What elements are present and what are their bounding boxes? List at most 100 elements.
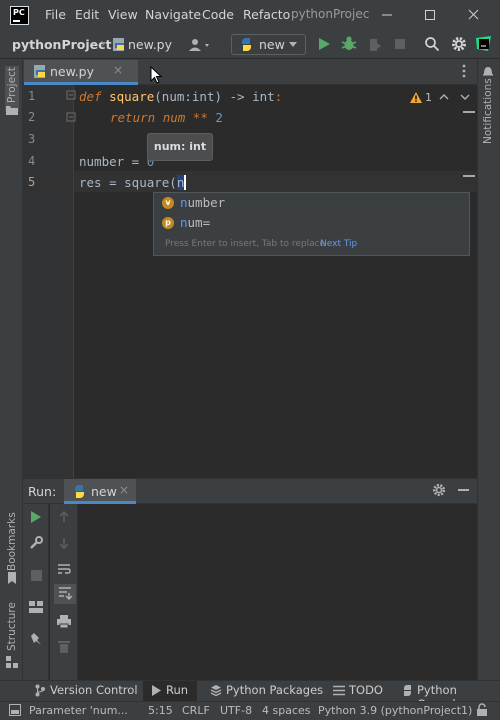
fold-end-icon[interactable]	[66, 112, 76, 122]
line-number: 2	[28, 110, 36, 124]
version-control-tool-button[interactable]: Version Control	[50, 683, 138, 697]
debug-icon[interactable]	[341, 36, 357, 52]
user-icon[interactable]	[187, 36, 213, 54]
trash-icon[interactable]	[58, 640, 70, 653]
coverage-icon[interactable]	[367, 37, 383, 52]
completion-item-label: num=	[180, 215, 211, 230]
code-editor[interactable]	[73, 85, 477, 478]
run-console-output[interactable]	[79, 504, 477, 680]
search-icon[interactable]	[424, 36, 440, 52]
pycharm-logo-icon: PC	[10, 6, 29, 25]
line-number: 1	[28, 89, 36, 103]
run-tool-button[interactable]: Run	[166, 683, 188, 697]
run-icon[interactable]	[317, 37, 331, 51]
right-tool-strip	[477, 59, 500, 680]
menu-view[interactable]: View	[108, 7, 138, 22]
breadcrumb-separator-icon: ›	[100, 36, 106, 52]
menu-code[interactable]: Code	[202, 7, 234, 22]
python-interpreter[interactable]: Python 3.9 (pythonProject1)	[318, 704, 472, 717]
more-options-icon[interactable]	[461, 63, 467, 79]
notifications-tool-window-button[interactable]: Notifications	[480, 66, 496, 146]
folder-icon	[6, 105, 18, 115]
stop-run-icon[interactable]	[31, 570, 42, 581]
tab-close-icon[interactable]: ×	[113, 63, 123, 77]
file-encoding[interactable]: UTF-8	[220, 704, 252, 717]
run-tab-label: new	[91, 484, 117, 499]
structure-icon	[6, 656, 18, 668]
notifications-tool-label: Notifications	[482, 78, 494, 144]
run-configuration-label: new	[259, 37, 285, 52]
run-toolbar-primary	[23, 504, 49, 680]
completion-item-label: number	[180, 195, 226, 210]
run-tab-close-icon[interactable]: ×	[119, 483, 129, 497]
caret-position[interactable]: 5:15	[148, 704, 173, 717]
fold-icon[interactable]	[66, 90, 76, 100]
python-console-icon	[401, 684, 414, 697]
todo-icon	[333, 685, 345, 696]
pin-icon[interactable]	[30, 632, 42, 646]
menu-refactor[interactable]: Refacto	[243, 7, 290, 22]
line-separator[interactable]: CRLF	[182, 704, 210, 717]
close-window-icon[interactable]	[462, 4, 486, 26]
warning-icon[interactable]	[409, 91, 423, 104]
error-stripe-mark[interactable]	[463, 175, 475, 177]
minimize-icon[interactable]	[375, 4, 399, 26]
indent-setting[interactable]: 4 spaces	[262, 704, 311, 717]
jetbrains-logo-icon[interactable]	[475, 35, 493, 53]
status-message[interactable]: Parameter 'num...	[29, 704, 128, 717]
code-line: res = square(n	[79, 175, 187, 190]
scroll-to-end-button[interactable]	[54, 584, 76, 604]
chevron-down-icon	[288, 41, 298, 49]
python-run-icon	[72, 484, 87, 499]
parameter-info-tooltip: num: int	[147, 133, 213, 161]
version-control-icon	[35, 684, 45, 697]
bookmark-icon	[6, 572, 18, 584]
menu-file[interactable]: File	[45, 7, 66, 22]
menu-edit[interactable]: Edit	[75, 7, 99, 22]
previous-highlight-icon[interactable]	[439, 92, 449, 102]
project-tool-label: Project	[6, 67, 18, 103]
python-config-icon	[239, 37, 254, 52]
todo-tool-button[interactable]: TODO	[349, 683, 383, 697]
line-number: 5	[28, 175, 36, 189]
bell-icon	[482, 65, 494, 77]
python-packages-tool-button[interactable]: Python Packages	[226, 683, 323, 697]
tab-label: new.py	[50, 64, 94, 79]
breadcrumb-file[interactable]: new.py	[128, 37, 172, 52]
window-title: pythonProjec	[291, 7, 370, 21]
next-tip-link[interactable]: Next Tip	[320, 239, 357, 249]
python-packages-icon	[210, 684, 222, 697]
parameter-icon: p	[162, 217, 174, 229]
python-file-icon	[33, 64, 47, 79]
soft-wrap-icon[interactable]	[57, 563, 71, 575]
scroll-down-icon[interactable]	[58, 537, 70, 549]
run-settings-gear-icon[interactable]	[432, 483, 446, 497]
error-stripe-mark[interactable]	[463, 111, 475, 113]
structure-tool-label: Structure	[6, 602, 18, 651]
scroll-up-icon[interactable]	[58, 511, 70, 523]
settings-gear-icon[interactable]	[451, 36, 467, 52]
modify-config-wrench-icon[interactable]	[29, 536, 43, 550]
python-file-icon	[112, 37, 126, 52]
code-line: number = 0	[79, 154, 155, 169]
hide-panel-icon[interactable]	[458, 489, 469, 491]
next-highlight-icon[interactable]	[460, 92, 470, 102]
code-line: def square(num:int) -> int:	[79, 89, 283, 104]
stop-icon[interactable]	[394, 38, 406, 50]
run-panel-title: Run:	[28, 484, 57, 499]
rerun-icon[interactable]	[30, 511, 42, 523]
gutter-divider	[73, 85, 74, 478]
status-toggle-icon[interactable]	[9, 704, 21, 716]
layout-icon[interactable]	[29, 601, 43, 613]
mouse-pointer-icon	[150, 66, 162, 84]
line-number: 4	[28, 154, 36, 168]
print-icon[interactable]	[57, 615, 71, 628]
completion-hint: Press Enter to insert, Tab to replace	[165, 239, 326, 249]
code-line: return num ** 2	[110, 110, 223, 125]
warning-count: 1	[425, 91, 432, 104]
maximize-icon[interactable]	[418, 4, 442, 26]
menu-navigate[interactable]: Navigate	[145, 7, 201, 22]
run-tool-icon	[151, 685, 161, 696]
variable-icon: v	[162, 197, 174, 209]
lock-icon[interactable]	[476, 703, 488, 717]
